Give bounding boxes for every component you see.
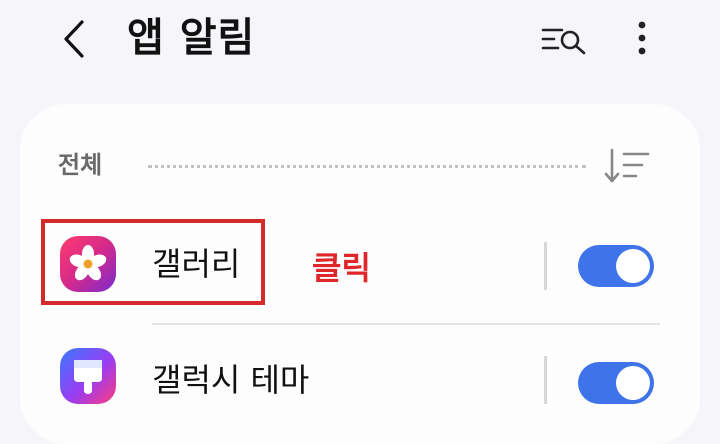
app-bar: 앱 알림: [0, 0, 720, 90]
section-label-all: 전체: [58, 151, 103, 179]
back-button[interactable]: [56, 14, 96, 64]
row-divider: [544, 356, 547, 404]
gallery-toggle[interactable]: [578, 245, 654, 287]
more-options-button[interactable]: [628, 16, 656, 62]
chevron-left-icon: [64, 20, 84, 58]
sort-descending-icon: [604, 148, 650, 183]
sort-button[interactable]: [602, 146, 654, 186]
search-button[interactable]: [540, 16, 588, 62]
click-annotation-label: 클릭: [312, 249, 371, 287]
galaxy-themes-toggle[interactable]: [578, 362, 654, 404]
toggle-knob: [616, 366, 650, 400]
app-row-galaxy-themes[interactable]: 갤럭시 테마: [20, 328, 700, 428]
row-divider: [544, 242, 547, 290]
list-divider: [152, 323, 660, 325]
list-search-icon: [541, 28, 586, 55]
galaxy-themes-brush-icon: [60, 348, 116, 404]
app-name: 갤럭시 테마: [152, 361, 310, 399]
toggle-knob: [616, 249, 650, 283]
page-title: 앱 알림: [127, 15, 256, 61]
more-vertical-icon: [638, 21, 646, 55]
click-highlight-box: [41, 219, 265, 305]
section-dotted-divider: [148, 165, 586, 168]
